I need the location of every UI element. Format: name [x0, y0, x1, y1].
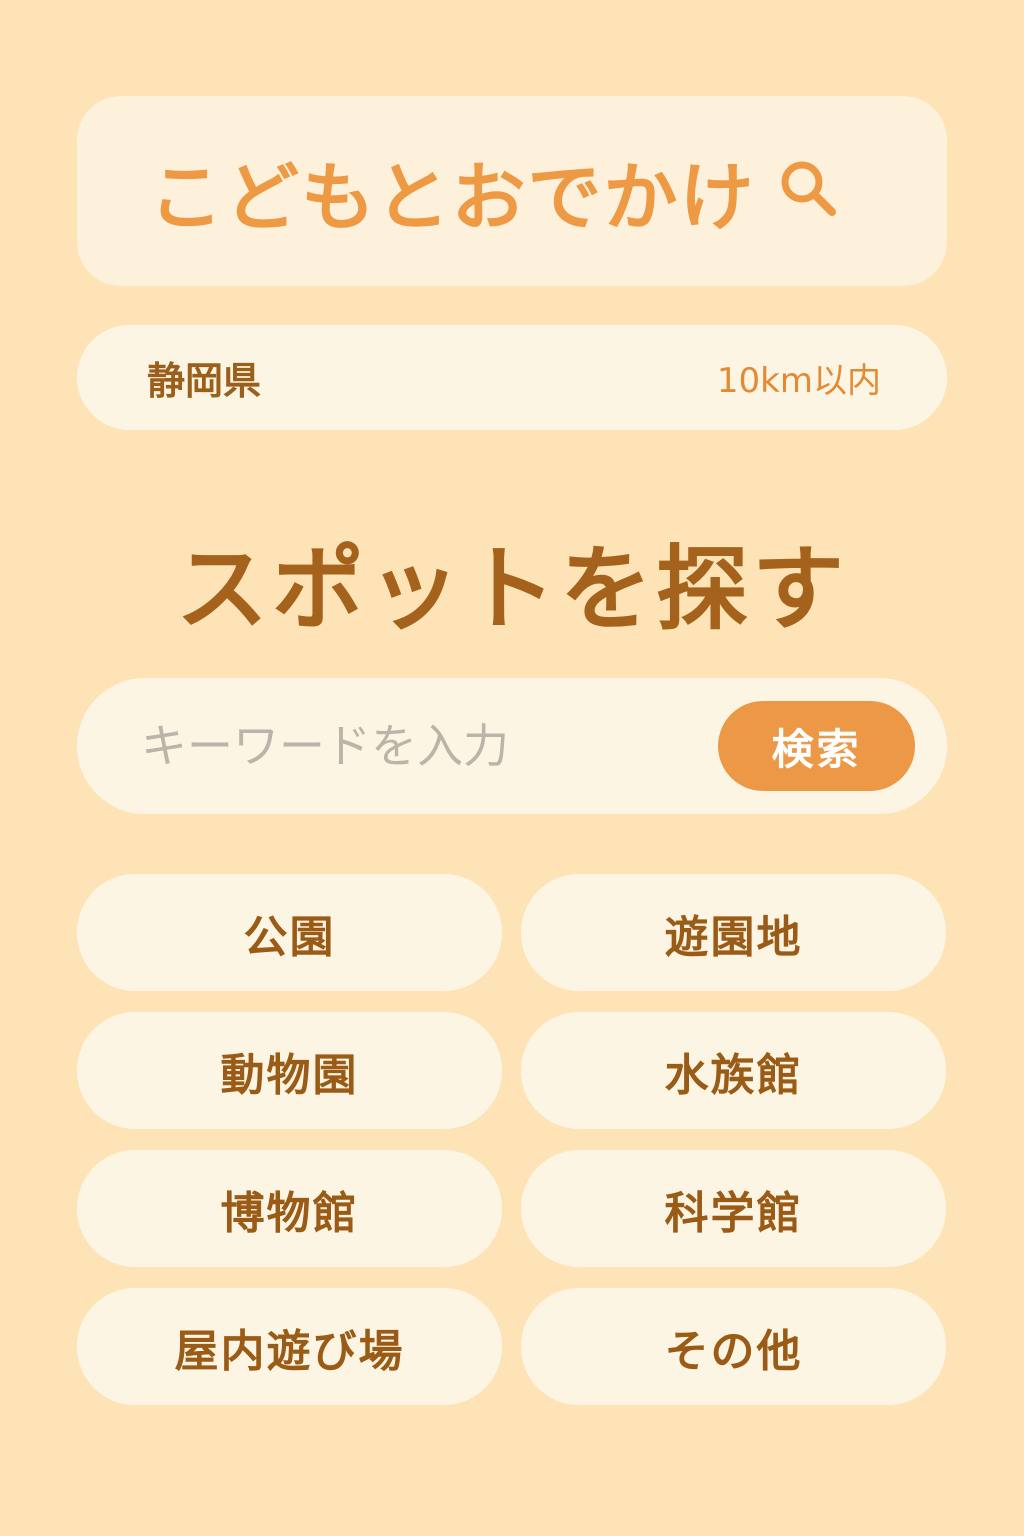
category-other[interactable]: その他 — [521, 1288, 946, 1405]
category-indoor-playground[interactable]: 屋内遊び場 — [77, 1288, 502, 1405]
region-label[interactable]: 静岡県 — [147, 350, 261, 405]
search-input[interactable] — [139, 705, 718, 787]
app-header: こどもとおでかけ — [77, 96, 947, 286]
category-aquarium[interactable]: 水族館 — [521, 1012, 946, 1129]
category-museum[interactable]: 博物館 — [77, 1150, 502, 1267]
search-button[interactable]: 検索 — [718, 701, 915, 791]
category-zoo[interactable]: 動物園 — [77, 1012, 502, 1129]
category-science-museum[interactable]: 科学館 — [521, 1150, 946, 1267]
search-bar: 検索 — [77, 678, 947, 814]
location-bar[interactable]: 静岡県 10km以内 — [77, 325, 947, 430]
category-park[interactable]: 公園 — [77, 874, 502, 991]
category-amusement-park[interactable]: 遊園地 — [521, 874, 946, 991]
search-icon[interactable] — [774, 154, 844, 224]
section-title: スポットを探す — [175, 536, 848, 643]
distance-filter[interactable]: 10km以内 — [717, 353, 881, 402]
app-title: こどもとおでかけ — [149, 154, 756, 241]
